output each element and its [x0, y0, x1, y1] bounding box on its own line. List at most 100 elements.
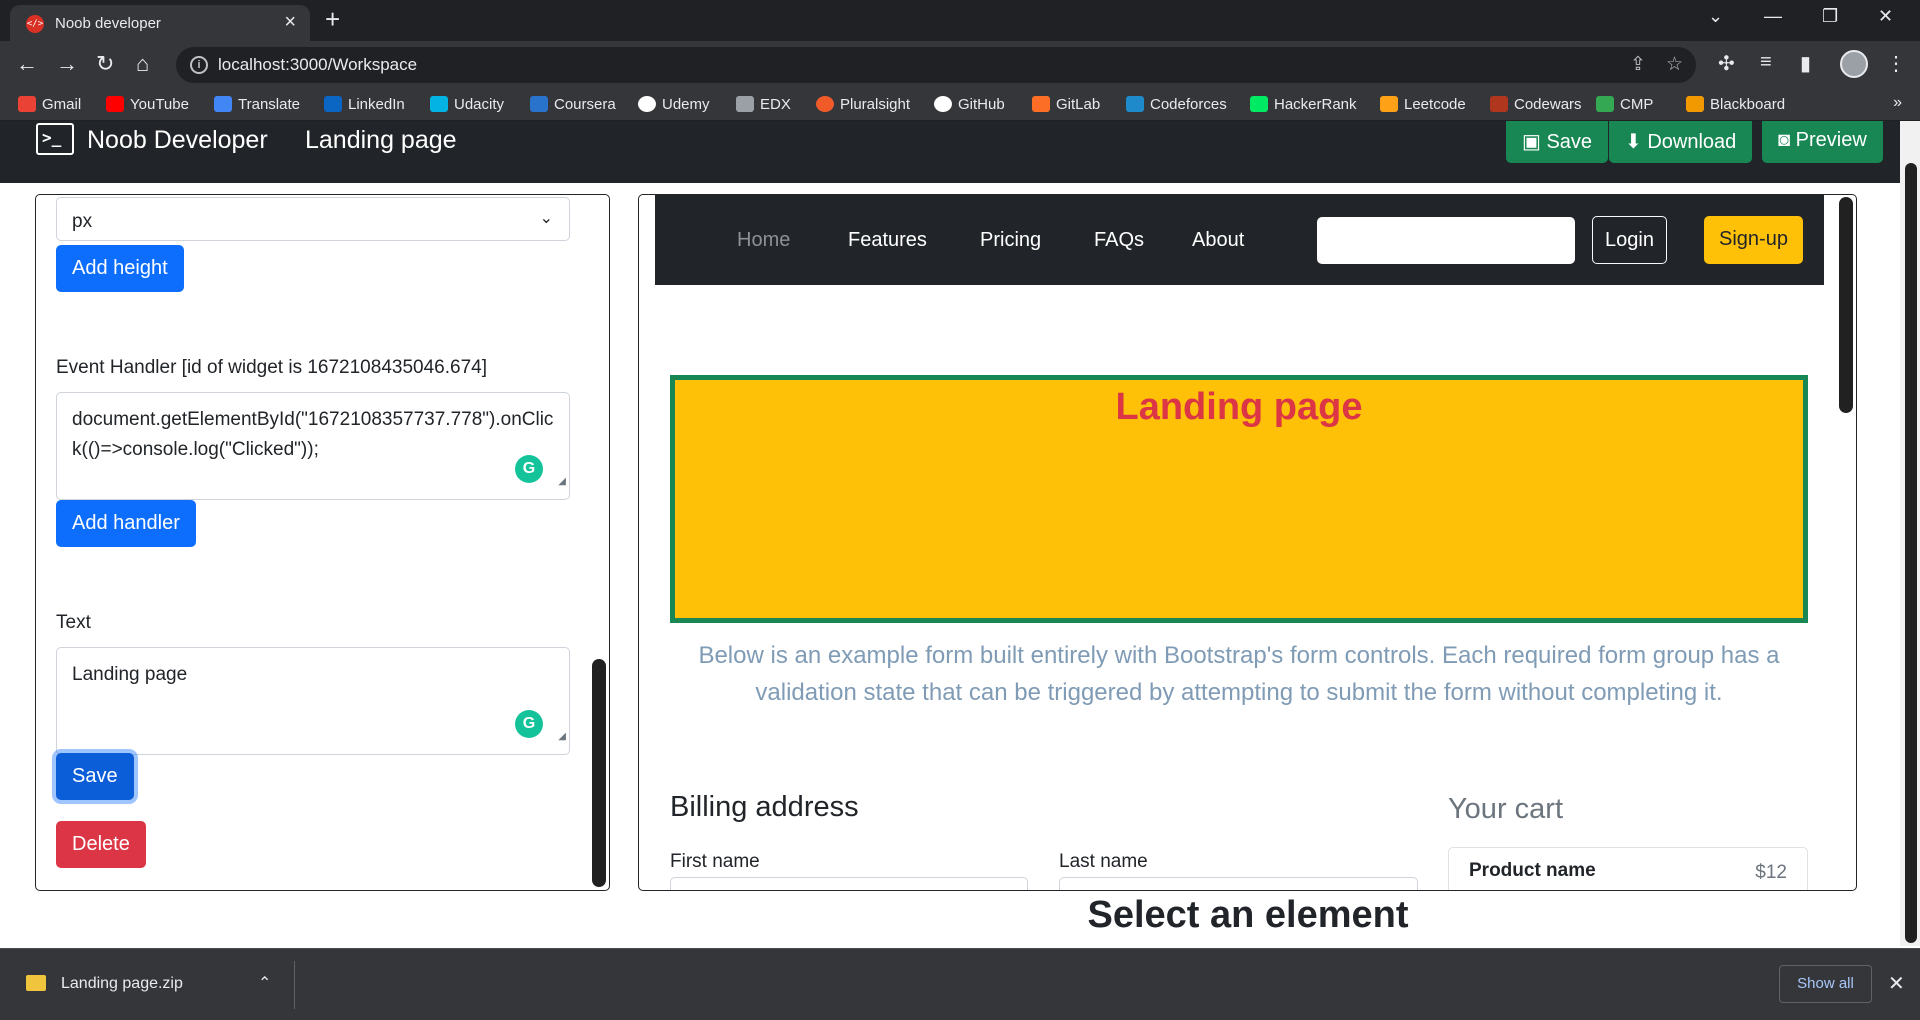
hackerrank-icon [1250, 96, 1268, 112]
profile-avatar[interactable] [1840, 50, 1868, 78]
preview-navbar[interactable]: Home Features Pricing FAQs About Login S… [655, 195, 1824, 285]
panel-scrollbar-thumb[interactable] [592, 659, 606, 887]
address-bar[interactable]: i localhost:3000/Workspace ⇪ ☆ [176, 47, 1696, 83]
download-divider [294, 961, 295, 1009]
tab-search-icon[interactable]: ⌄ [1708, 6, 1723, 27]
add-handler-button[interactable]: Add handler [56, 500, 196, 547]
edx-icon [736, 96, 754, 112]
url-text[interactable]: localhost:3000/Workspace [218, 55, 417, 75]
preview-scrollbar-thumb[interactable] [1839, 197, 1853, 413]
home-icon[interactable]: ⌂ [136, 51, 149, 77]
bookmark-leetcode[interactable]: Leetcode [1380, 96, 1466, 113]
nav-link-features[interactable]: Features [848, 229, 927, 252]
bookmark-blackboard[interactable]: Blackboard [1686, 96, 1785, 113]
header-download-button[interactable]: ⬇ Download [1609, 121, 1753, 163]
bookmark-coursera[interactable]: Coursera [530, 96, 616, 113]
nav-link-pricing[interactable]: Pricing [980, 229, 1041, 252]
cart-title[interactable]: Your cart [1448, 793, 1563, 826]
bookmark-youtube[interactable]: YouTube [106, 96, 189, 113]
lead-text[interactable]: Below is an example form built entirely … [670, 637, 1808, 711]
code-favicon-icon: </> [26, 15, 44, 33]
header-save-button[interactable]: ▣ Save [1506, 121, 1609, 163]
bookmark-github[interactable]: GitHub [934, 96, 1005, 113]
panel-scrollbar[interactable] [591, 195, 607, 890]
drive-icon [1596, 96, 1614, 112]
chevron-down-icon: ⌄ [539, 210, 553, 227]
event-handler-label: Event Handler [id of widget is 167210843… [56, 357, 487, 378]
download-bar: Landing page.zip ⌃ Show all ✕ [0, 948, 1920, 1020]
nav-link-home[interactable]: Home [737, 229, 790, 252]
extensions-icon[interactable]: ✣ [1718, 51, 1735, 76]
unit-select[interactable]: px ⌄ [56, 197, 570, 241]
delete-button[interactable]: Delete [56, 821, 146, 868]
new-tab-icon[interactable]: + [325, 6, 340, 32]
header-preview-button[interactable]: ◙ Preview [1762, 121, 1883, 163]
bookmark-codeforces[interactable]: Codeforces [1126, 96, 1227, 113]
site-info-icon[interactable]: i [190, 56, 208, 74]
resize-grip-icon[interactable]: ◢ [558, 467, 566, 497]
minimize-icon[interactable]: — [1764, 6, 1782, 27]
back-icon[interactable]: ← [16, 51, 38, 77]
bookmark-codewars[interactable]: Codewars [1490, 96, 1582, 113]
zip-file-icon [26, 975, 46, 991]
preview-scrollbar[interactable] [1838, 195, 1854, 890]
grammarly-icon[interactable]: G [515, 710, 543, 738]
more-bookmarks-icon[interactable]: » [1893, 94, 1902, 112]
text-textarea[interactable]: Landing page G ◢ [56, 647, 570, 755]
page-scrollbar[interactable] [1900, 121, 1920, 946]
last-name-field[interactable] [1059, 877, 1418, 890]
bookmark-gitlab[interactable]: GitLab [1032, 96, 1100, 113]
close-download-bar-icon[interactable]: ✕ [1888, 971, 1905, 996]
bookmark-udacity[interactable]: Udacity [430, 96, 504, 113]
side-panel-icon[interactable]: ▮ [1800, 51, 1811, 76]
hero-widget[interactable]: Landing page [670, 375, 1808, 623]
select-element-message: Select an element [1087, 894, 1409, 936]
leetcode-icon [1380, 96, 1398, 112]
menu-icon[interactable]: ⋮ [1886, 51, 1906, 76]
cart-item-name: Product name [1469, 860, 1596, 881]
reload-icon[interactable]: ↻ [96, 51, 114, 77]
bookmark-pluralsight[interactable]: Pluralsight [816, 96, 910, 113]
udemy-icon [638, 96, 656, 112]
forward-icon[interactable]: → [56, 51, 78, 77]
event-handler-textarea[interactable]: document.getElementById("1672108357737.7… [56, 392, 570, 500]
browser-toolbar: ← → ↻ ⌂ i localhost:3000/Workspace ⇪ ☆ ✣… [0, 41, 1920, 90]
first-name-field[interactable] [670, 877, 1028, 890]
translate-icon [214, 96, 232, 112]
browser-tab-strip: </> Noob developer × + ⌄ — ❐ ✕ [0, 0, 1920, 41]
show-all-button[interactable]: Show all [1779, 965, 1872, 1003]
bookmark-cmp[interactable]: CMP [1596, 96, 1653, 113]
browser-tab[interactable]: </> Noob developer × [10, 5, 310, 41]
grammarly-icon[interactable]: G [515, 455, 543, 483]
cart-list-item[interactable]: Product name $12 [1448, 847, 1808, 890]
app-header: >_ Noob Developer Landing page ▣ Save ⬇ … [0, 121, 1900, 183]
bookmark-gmail[interactable]: Gmail [18, 96, 81, 113]
save-button[interactable]: Save [56, 753, 134, 800]
bookmark-udemy[interactable]: Udemy [638, 96, 710, 113]
brand-name[interactable]: Noob Developer [87, 126, 268, 155]
nav-link-faqs[interactable]: FAQs [1094, 229, 1144, 252]
bookmark-translate[interactable]: Translate [214, 96, 300, 113]
media-icon[interactable]: ≡ [1760, 51, 1772, 74]
share-icon[interactable]: ⇪ [1630, 53, 1646, 76]
nav-link-about[interactable]: About [1192, 229, 1244, 252]
signup-button[interactable]: Sign-up [1704, 216, 1803, 264]
bookmark-linkedin[interactable]: LinkedIn [324, 96, 405, 113]
bookmark-star-icon[interactable]: ☆ [1666, 53, 1683, 76]
tab-close-icon[interactable]: × [284, 11, 296, 34]
chevron-up-icon[interactable]: ⌃ [258, 973, 271, 993]
preview-search-input[interactable] [1317, 217, 1575, 264]
pluralsight-icon [816, 96, 834, 112]
billing-title[interactable]: Billing address [670, 791, 859, 824]
first-name-label: First name [670, 851, 760, 872]
download-file-name[interactable]: Landing page.zip [61, 975, 183, 993]
login-button[interactable]: Login [1592, 216, 1667, 264]
bookmark-hackerrank[interactable]: HackerRank [1250, 96, 1357, 113]
bookmark-edx[interactable]: EDX [736, 96, 791, 113]
restore-icon[interactable]: ❐ [1822, 6, 1838, 27]
add-height-button[interactable]: Add height [56, 245, 184, 292]
window-close-icon[interactable]: ✕ [1878, 6, 1893, 27]
youtube-icon [106, 96, 124, 112]
resize-grip-icon[interactable]: ◢ [558, 722, 566, 752]
page-scrollbar-thumb[interactable] [1905, 163, 1917, 943]
